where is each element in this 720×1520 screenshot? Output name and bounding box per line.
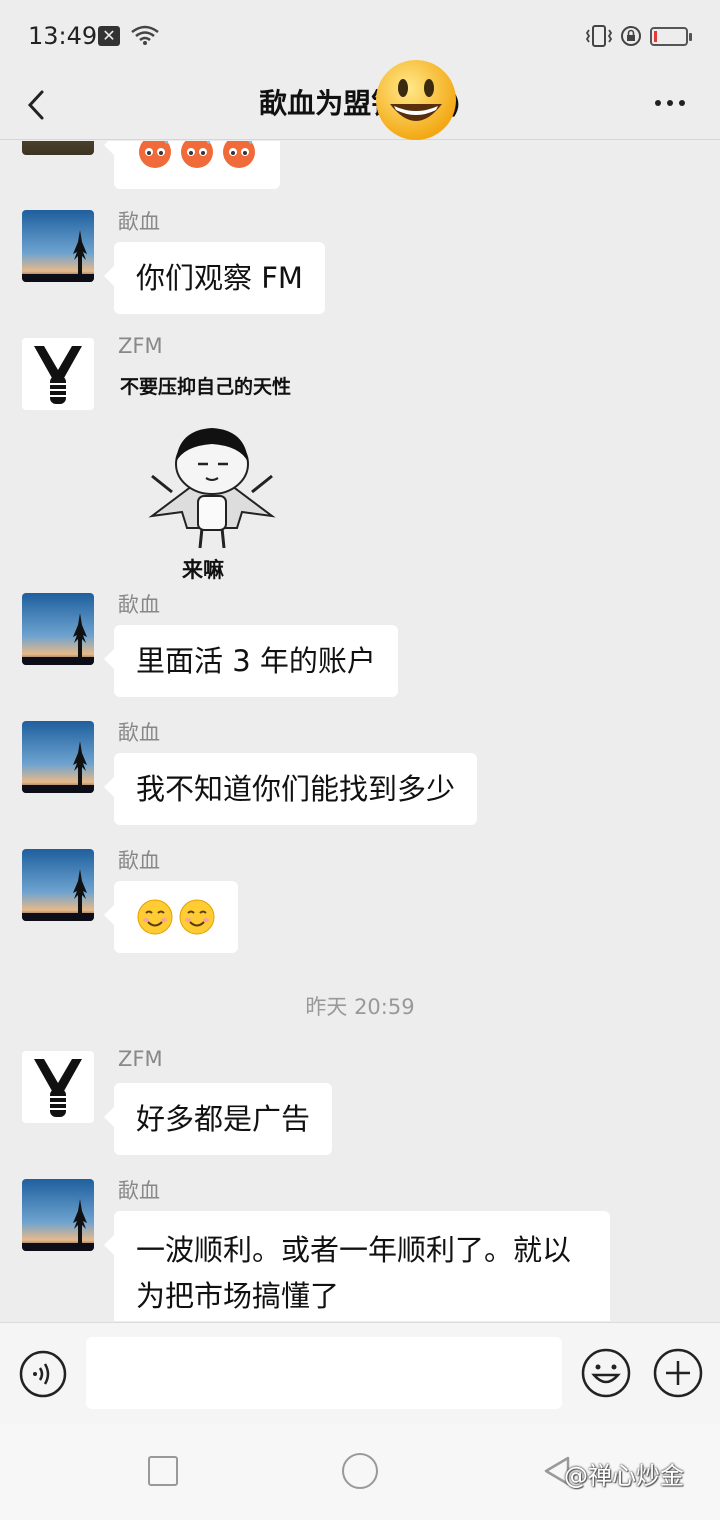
sunset-tree-avatar-icon [22, 1179, 94, 1251]
face-with-sweat-icon [223, 141, 255, 168]
avatar[interactable] [22, 1051, 94, 1123]
message-bubble[interactable] [104, 141, 280, 189]
message-bubble[interactable] [104, 881, 238, 953]
sender-name: 歃血 [118, 1179, 160, 1203]
rotation-lock-icon [621, 26, 641, 46]
home-button[interactable] [342, 1453, 378, 1489]
sunset-tree-avatar-icon [22, 849, 94, 921]
more-icon[interactable] [650, 88, 690, 118]
sender-name: ZFM [118, 334, 163, 358]
avatar[interactable] [22, 1179, 94, 1251]
sticker-caption-top: 不要压抑自己的天性 [120, 376, 292, 398]
chat-title: 歃血为盟铁 20) [259, 87, 461, 120]
slingshot-avatar-icon [34, 1059, 82, 1117]
smiling-face-icon [179, 899, 215, 935]
system-nav-bar: @禅心炒金 [0, 1424, 720, 1520]
voice-icon[interactable] [18, 1349, 68, 1399]
avatar[interactable] [22, 849, 94, 921]
add-icon[interactable] [652, 1347, 704, 1399]
vibrate-icon [585, 25, 613, 47]
message-timestamp: 昨天 20:59 [305, 995, 415, 1019]
face-with-sweat-icon [181, 141, 213, 168]
sticker-caption-bottom: 来嘛 [182, 558, 224, 582]
input-bar [0, 1322, 720, 1424]
sunset-tree-avatar-icon [22, 593, 94, 665]
avatar[interactable] [22, 721, 94, 793]
sender-name: 歃血 [118, 210, 160, 234]
recent-apps-button[interactable] [148, 1456, 178, 1486]
emoji-icon[interactable] [580, 1347, 632, 1399]
message-input[interactable] [86, 1337, 562, 1409]
meme-figure-icon [148, 428, 276, 549]
message-bubble[interactable]: 一波顺利。或者一年顺利了。就以为把市场搞懂了 [104, 1211, 610, 1321]
sender-name: 歃血 [118, 721, 160, 745]
sunset-tree-avatar-icon [22, 210, 94, 282]
smiley-sticker-icon [376, 60, 456, 140]
smiling-face-icon [137, 899, 173, 935]
message-list[interactable]: 歃血 你们观察 FM ZFM 不要压抑自己的天性 来嘛 歃血 里面活 3 年的账… [0, 141, 720, 1321]
face-with-sweat-icon [139, 141, 171, 168]
message-bubble[interactable]: 好多都是广告 [103, 1083, 333, 1155]
message-bubble[interactable]: 我不知道你们能找到多少 [103, 753, 478, 825]
sticker-message[interactable]: 不要压抑自己的天性 来嘛 [114, 366, 324, 582]
slingshot-avatar-icon [34, 346, 82, 404]
watermark: @禅心炒金 [564, 1462, 684, 1490]
sunset-tree-avatar-icon [22, 721, 94, 793]
status-time: 13:49 [28, 22, 98, 50]
battery-icon [650, 27, 692, 46]
status-bar: 13:49 ✕ [0, 0, 720, 70]
sender-name: ZFM [118, 1047, 163, 1071]
wifi-icon [131, 25, 159, 45]
sender-name: 歃血 [118, 849, 160, 873]
notification-icon: ✕ [98, 26, 120, 46]
message-bubble[interactable]: 你们观察 FM [104, 242, 325, 314]
chat-header: 歃血为盟铁 20) [0, 70, 720, 140]
sender-name: 歃血 [118, 593, 160, 617]
message-bubble[interactable]: 里面活 3 年的账户 [104, 625, 398, 697]
avatar[interactable] [22, 338, 94, 410]
avatar[interactable] [22, 141, 94, 155]
avatar[interactable] [22, 210, 94, 282]
avatar[interactable] [22, 593, 94, 665]
